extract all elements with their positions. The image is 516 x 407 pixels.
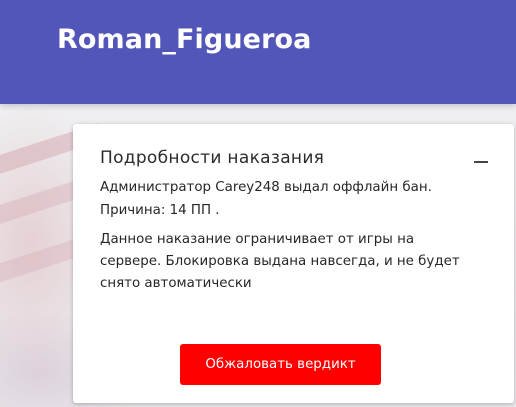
ban-reason-text: Причина: 14 ПП . [100, 203, 220, 218]
page: Roman_Figueroa Подробности наказания Адм… [0, 0, 516, 407]
ban-info-text: Администратор Carey248 выдал оффлайн бан… [100, 180, 432, 195]
card-title: Подробности наказания [100, 148, 325, 168]
minus-icon[interactable] [474, 161, 488, 163]
ban-description-line: снято автоматически [100, 276, 252, 291]
ban-description-line: сервере. Блокировка выдана навсегда, и н… [100, 254, 460, 269]
username-title: Roman_Figueroa [57, 24, 312, 55]
profile-header: Roman_Figueroa [0, 0, 516, 104]
ban-description-line: Данное наказание ограничивает от игры на [100, 232, 415, 247]
appeal-verdict-button[interactable]: Обжаловать вердикт [180, 344, 381, 385]
punishment-details-card: Подробности наказания Администратор Care… [73, 124, 514, 403]
